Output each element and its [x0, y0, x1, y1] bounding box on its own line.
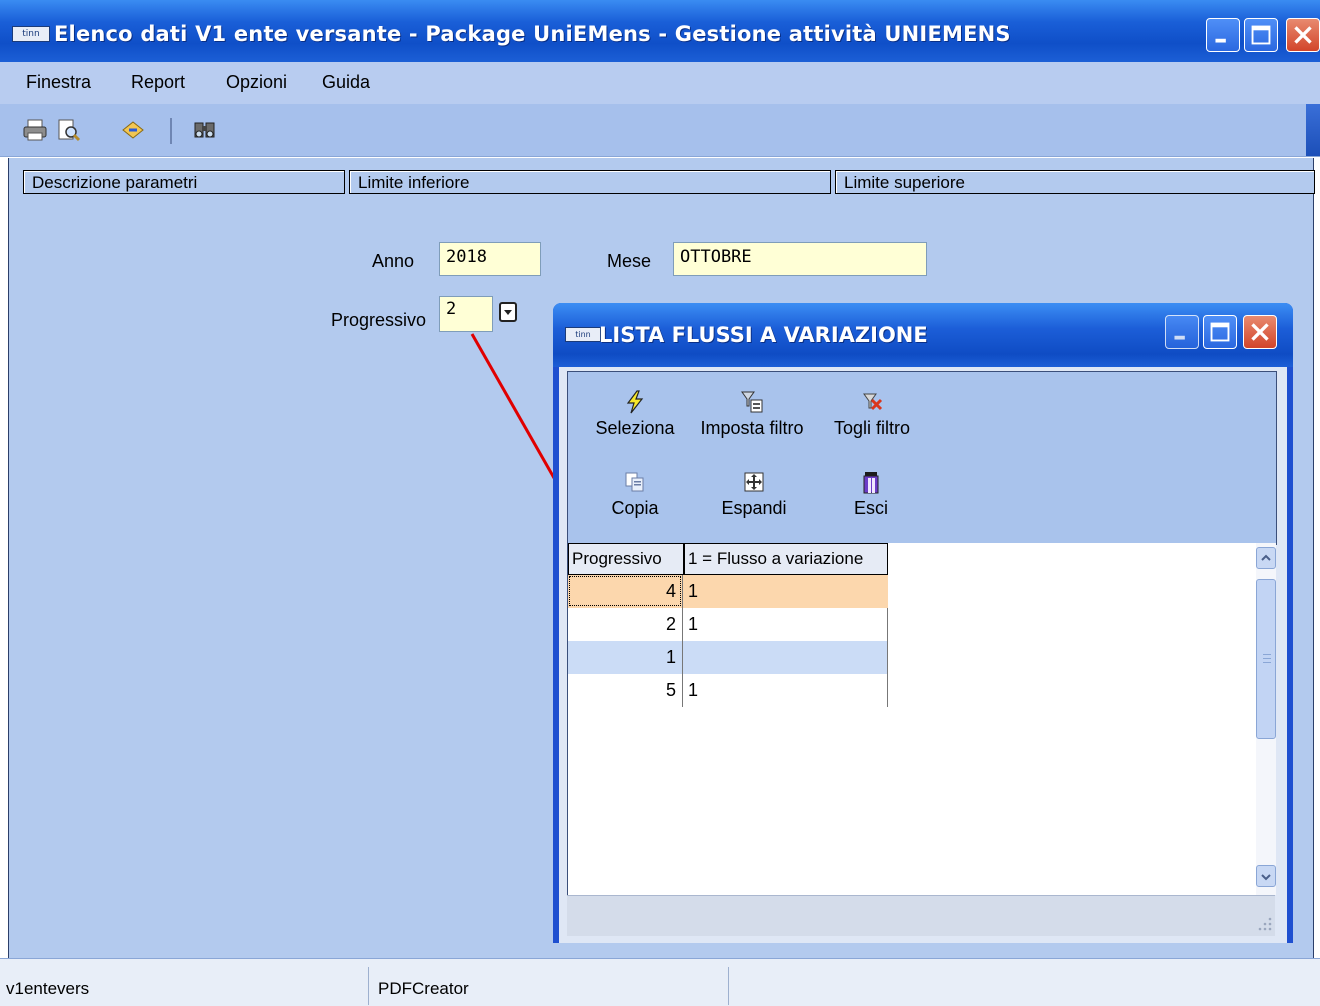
- chevron-up-icon: [1261, 554, 1271, 561]
- cell-progressivo: 5: [665, 680, 676, 700]
- filter-icon: [741, 391, 763, 413]
- esci-label: Esci: [853, 498, 888, 518]
- status-separator: [368, 967, 369, 1005]
- status-printer: PDFCreator: [378, 979, 469, 998]
- cell-flusso: 1: [688, 581, 699, 601]
- dialog-title-bar[interactable]: tinn LISTA FLUSSI A VARIAZIONE: [553, 303, 1293, 367]
- column-separator: [682, 608, 683, 641]
- status-form-name: v1entevers: [6, 979, 90, 998]
- cell-progressivo: 1: [665, 647, 676, 667]
- cell-flusso: 1: [688, 614, 699, 634]
- imposta-filtro-label: Imposta filtro: [700, 418, 804, 438]
- dialog-app-icon: tinn: [565, 327, 601, 342]
- column-separator: [682, 674, 683, 707]
- column-separator: [682, 575, 683, 608]
- maximize-icon: [1210, 322, 1230, 342]
- togli-filtro-label: Togli filtro: [833, 418, 911, 438]
- exit-door-icon: [863, 472, 879, 494]
- copia-button[interactable]: Copia: [594, 470, 676, 519]
- cell-progressivo: 2: [665, 614, 676, 634]
- table-row[interactable]: 1: [568, 641, 888, 674]
- column-header-progressivo[interactable]: Progressivo: [568, 543, 684, 575]
- cell-progressivo: 4: [665, 581, 676, 601]
- vertical-scrollbar[interactable]: [1256, 543, 1276, 895]
- esci-button[interactable]: Esci: [838, 470, 904, 519]
- espandi-button[interactable]: Espandi: [714, 470, 794, 519]
- espandi-label: Espandi: [721, 498, 787, 518]
- status-bar: v1entevers PDFCreator: [0, 958, 1320, 1006]
- dialog-title: LISTA FLUSSI A VARIAZIONE: [599, 323, 928, 347]
- table-row[interactable]: 5 1: [568, 674, 888, 707]
- scroll-up-button[interactable]: [1256, 547, 1276, 569]
- lista-flussi-dialog[interactable]: tinn LISTA FLUSSI A VARIAZIONE Seleziona: [553, 303, 1293, 943]
- flussi-grid[interactable]: Progressivo 1 = Flusso a variazione 4 1 …: [567, 543, 1276, 895]
- column-separator: [887, 608, 888, 641]
- table-row[interactable]: 4 1: [568, 575, 888, 608]
- lightning-icon: [626, 390, 644, 414]
- cell-flusso: 1: [688, 680, 699, 700]
- dialog-close-button[interactable]: [1243, 315, 1277, 349]
- dialog-minimize-button[interactable]: [1165, 315, 1199, 349]
- seleziona-button[interactable]: Seleziona: [590, 390, 680, 439]
- dialog-maximize-button[interactable]: [1203, 315, 1237, 349]
- column-separator: [682, 641, 683, 674]
- remove-filter-icon: [863, 393, 883, 411]
- seleziona-label: Seleziona: [595, 418, 675, 438]
- scroll-down-button[interactable]: [1256, 865, 1276, 887]
- scroll-thumb[interactable]: [1256, 579, 1276, 739]
- column-header-flusso[interactable]: 1 = Flusso a variazione: [684, 543, 888, 575]
- expand-icon: [744, 472, 764, 492]
- resize-grip-icon[interactable]: [1257, 916, 1273, 932]
- copy-icon: [625, 472, 644, 492]
- column-separator: [887, 641, 888, 674]
- column-separator: [887, 674, 888, 707]
- close-icon: [1251, 323, 1269, 341]
- imposta-filtro-button[interactable]: Imposta filtro: [694, 390, 810, 439]
- dialog-body: Seleziona Imposta filtro Togli filtro Co…: [559, 367, 1287, 943]
- copia-label: Copia: [611, 498, 659, 518]
- togli-filtro-button[interactable]: Togli filtro: [824, 390, 920, 439]
- dialog-status-bar: [567, 895, 1275, 936]
- dialog-toolbar: Seleziona Imposta filtro Togli filtro Co…: [567, 371, 1277, 545]
- status-separator: [728, 967, 729, 1005]
- table-row[interactable]: 2 1: [568, 608, 888, 641]
- minimize-icon: [1174, 335, 1185, 340]
- chevron-down-icon: [1261, 874, 1271, 881]
